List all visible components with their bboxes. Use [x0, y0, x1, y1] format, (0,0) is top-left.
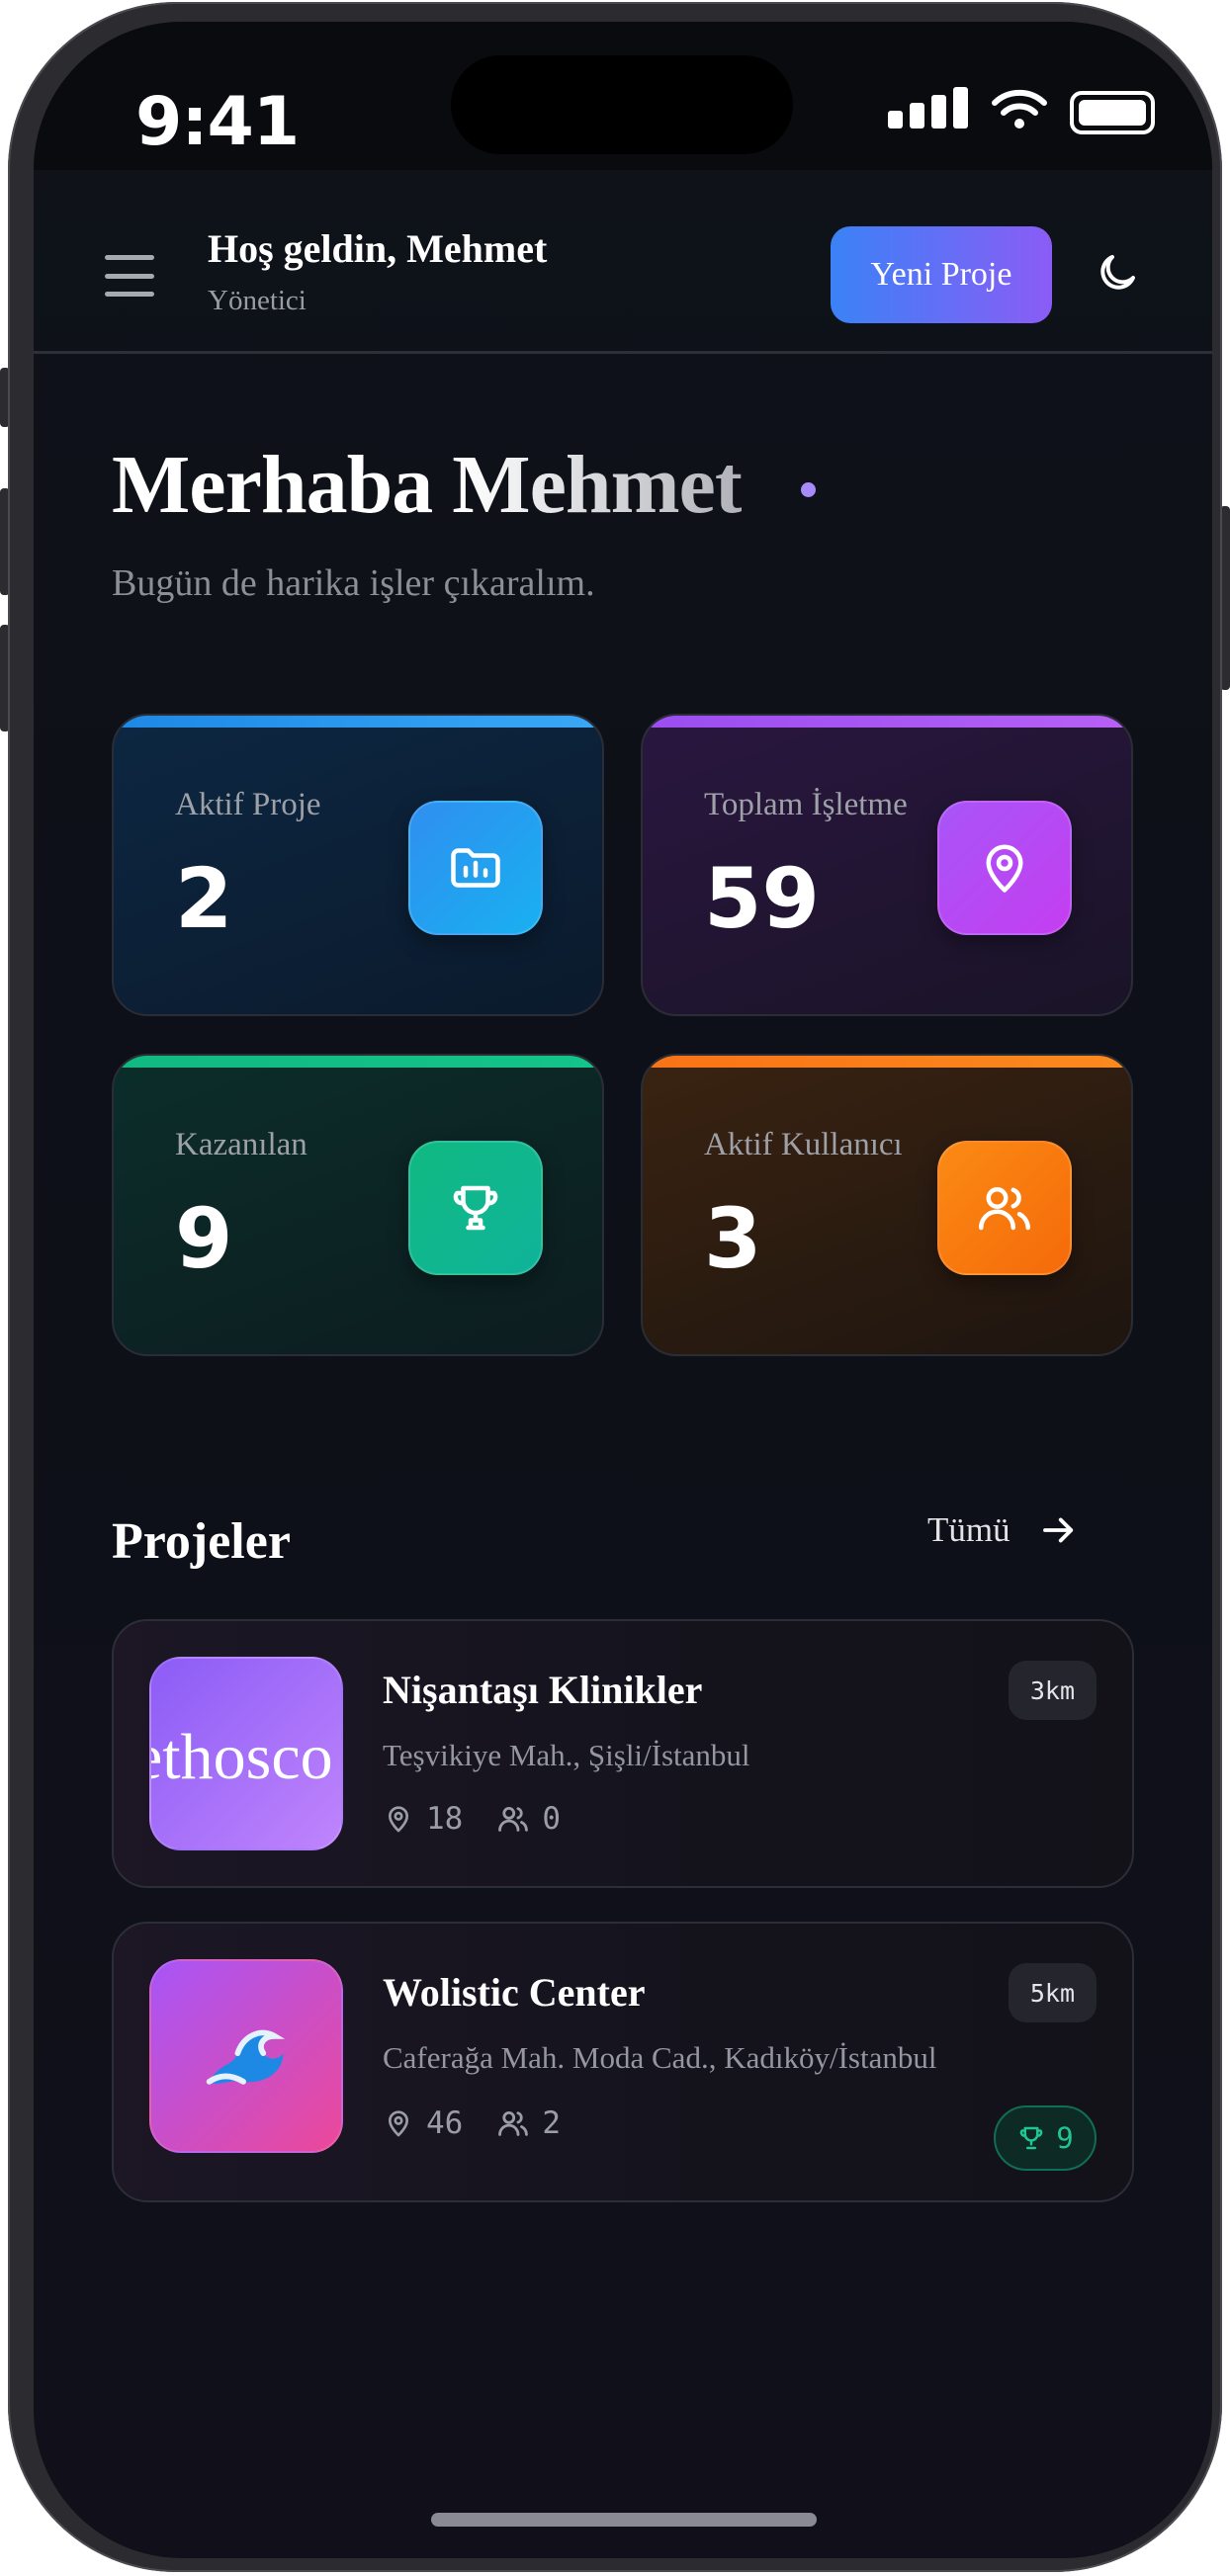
card-accent-bar [114, 1056, 602, 1068]
stat-value: 59 [704, 850, 820, 947]
project-name: Nişantaşı Klinikler [383, 1668, 703, 1712]
users-icon [498, 1806, 529, 1832]
stat-value: 2 [175, 850, 233, 947]
see-all-label: Tümü [927, 1510, 1010, 1549]
device-frame: 9:41 Hoş geldin, Mehmet Yönetici Yeni Pr… [8, 2, 1222, 2572]
user-count: 0 [542, 1801, 561, 1837]
business-count: 46 [426, 2105, 464, 2141]
home-indicator[interactable] [431, 2513, 817, 2527]
user-role: Yönetici [208, 285, 307, 316]
screen: 9:41 Hoş geldin, Mehmet Yönetici Yeni Pr… [34, 22, 1212, 2558]
project-meta: 46 2 [383, 2105, 594, 2141]
see-all-link[interactable]: Tümü [927, 1501, 1080, 1560]
map-pin-icon [937, 801, 1072, 935]
users-icon [937, 1141, 1072, 1275]
won-badge: 9 [994, 2105, 1097, 2171]
stat-card-total-businesses[interactable]: Toplam İşletme 59 [641, 714, 1133, 1016]
greeting-title: Hoş geldin, Mehmet [208, 226, 548, 271]
menu-icon[interactable] [105, 255, 154, 297]
project-thumbnail [149, 1959, 343, 2153]
project-address: Caferağa Mah. Moda Cad., Kadıköy/İstanbu… [383, 2040, 937, 2075]
map-pin-icon [389, 1806, 408, 1833]
new-project-button[interactable]: Yeni Proje [831, 226, 1052, 323]
trophy-icon [408, 1141, 543, 1275]
stat-value: 3 [704, 1190, 762, 1287]
project-card[interactable]: Wolistic Center Caferağa Mah. Moda Cad.,… [112, 1922, 1134, 2202]
business-count: 18 [426, 1801, 464, 1837]
moon-icon[interactable] [1094, 249, 1141, 297]
card-accent-bar [114, 716, 602, 728]
wifi-icon [992, 89, 1047, 129]
stat-card-active-projects[interactable]: Aktif Proje 2 [112, 714, 604, 1016]
stat-label: Toplam İşletme [704, 787, 908, 822]
arrow-right-icon [1042, 1517, 1073, 1543]
page-subtitle: Bugün de harika işler çıkaralım. [112, 562, 595, 604]
stat-label: Aktif Proje [175, 787, 321, 822]
card-accent-bar [643, 716, 1131, 728]
distance-badge: 5km [1008, 1963, 1097, 2022]
stat-label: Kazanılan [175, 1127, 308, 1162]
status-dot [801, 482, 816, 497]
app-header: Hoş geldin, Mehmet Yönetici Yeni Proje [34, 170, 1212, 354]
user-count: 2 [542, 2105, 561, 2141]
signal-icon [888, 85, 968, 129]
folder-chart-icon [408, 801, 543, 935]
status-bar: 9:41 [34, 22, 1212, 170]
battery-icon [1070, 91, 1155, 134]
project-meta: 18 0 [383, 1801, 594, 1837]
distance-badge: 3km [1008, 1661, 1097, 1720]
trophy-icon [1019, 2126, 1043, 2150]
project-thumbnail-text: ethosco [149, 1721, 333, 1793]
users-icon [498, 2110, 529, 2136]
project-card[interactable]: ethosco Nişantaşı Klinikler Teşvikiye Ma… [112, 1619, 1134, 1888]
stat-card-won[interactable]: Kazanılan 9 [112, 1054, 604, 1356]
stat-card-active-users[interactable]: Aktif Kullanıcı 3 [641, 1054, 1133, 1356]
projects-heading: Projeler [112, 1513, 291, 1570]
status-time: 9:41 [135, 83, 300, 161]
card-accent-bar [643, 1056, 1131, 1068]
stat-value: 9 [175, 1190, 233, 1287]
wave-emoji-icon [206, 2029, 286, 2085]
stat-label: Aktif Kullanıcı [704, 1127, 903, 1162]
project-thumbnail: ethosco [149, 1657, 343, 1850]
dynamic-island [451, 55, 793, 154]
project-name: Wolistic Center [383, 1970, 646, 2015]
project-address: Teşvikiye Mah., Şişli/İstanbul [383, 1738, 750, 1772]
map-pin-icon [389, 2110, 408, 2137]
page-title: Merhaba Mehmet [112, 439, 743, 531]
won-count: 9 [1056, 2121, 1074, 2155]
